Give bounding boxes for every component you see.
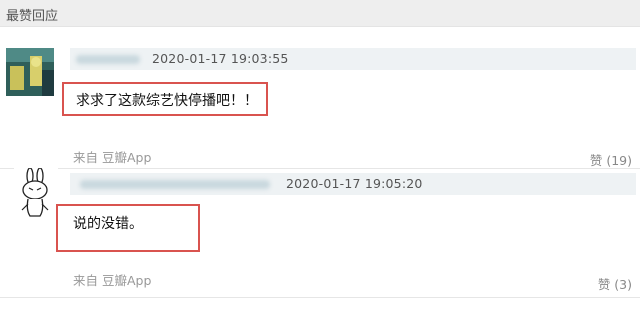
comment-text: 说的没错。 — [73, 216, 143, 232]
comment-meta-bar: 2020-01-17 19:05:20 — [70, 173, 636, 195]
comment-source[interactable]: 来自 豆瓣App — [73, 147, 151, 166]
comment-source[interactable]: 来自 豆瓣App — [73, 270, 151, 289]
like-button[interactable]: 赞 (3) — [598, 274, 632, 293]
comment-text: 求求了这款综艺快停播吧！！ — [76, 93, 258, 109]
comment-meta-bar: 2020-01-17 19:03:55 — [70, 48, 636, 70]
comment-text-box: 说的没错。 — [56, 204, 200, 252]
comment-timestamp: 2020-01-17 19:03:55 — [152, 51, 289, 66]
avatar-image — [6, 48, 54, 96]
avatar[interactable] — [14, 168, 58, 220]
rabbit-avatar-icon — [21, 168, 49, 217]
username-link[interactable] — [76, 55, 140, 64]
comment-timestamp: 2020-01-17 19:05:20 — [286, 176, 423, 191]
section-header: 最赞回应 — [0, 0, 640, 27]
comment-text-box: 求求了这款综艺快停播吧！！ — [62, 82, 268, 116]
comment-divider — [0, 297, 640, 298]
avatar[interactable] — [6, 48, 54, 96]
section-title: 最赞回应 — [6, 9, 59, 24]
username-link[interactable] — [80, 180, 270, 189]
comment-divider — [0, 168, 640, 169]
like-button[interactable]: 赞 (19) — [590, 150, 632, 169]
